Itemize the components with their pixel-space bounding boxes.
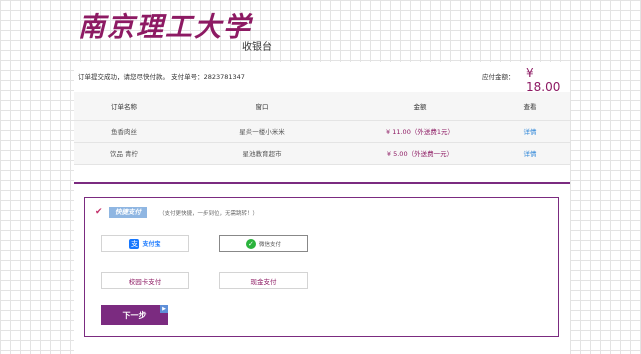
university-logo: 南京理工大学 <box>78 12 252 43</box>
table-row: 饮品 青柠 星池教育超市 ¥ 5.00（外送费一元） 详情 <box>74 142 570 165</box>
amount-label: 应付金额： <box>482 73 515 81</box>
order-table: 订单名称 窗口 金额 查看 鱼香肉丝 星炎一楼小米米 ¥ 11.00（外送费1元… <box>74 92 570 165</box>
order-name: 鱼香肉丝 <box>74 120 174 143</box>
check-icon: ✔ <box>95 207 103 217</box>
campus-card-button[interactable]: 校园卡支付 <box>101 272 189 289</box>
detail-link[interactable]: 详情 <box>490 142 570 165</box>
main-panel: 订单提交成功，请您尽快付款。 支付单号：2823781347 应付金额： ¥ 1… <box>74 62 570 354</box>
order-name: 饮品 青柠 <box>74 142 174 165</box>
order-price: ¥ 11.00（外送费1元） <box>350 120 490 143</box>
alipay-label: 支付宝 <box>142 241 161 248</box>
table-row: 鱼香肉丝 星炎一楼小米米 ¥ 11.00（外送费1元） 详情 <box>74 120 570 143</box>
corner-flag-icon: ▶ <box>160 305 168 313</box>
quick-pay-tip: （支付更快捷，一步到位，无需跳转！） <box>159 211 259 217</box>
next-step-button[interactable]: 下一步 ▶ <box>101 305 168 325</box>
alipay-button[interactable]: 支 支付宝 <box>101 235 189 252</box>
wechat-icon: ✓ <box>245 238 256 249</box>
header: 南京理工大学 收银台 <box>0 0 641 62</box>
column-header-name: 订单名称 <box>74 92 174 121</box>
table-header-row: 订单名称 窗口 金额 查看 <box>74 92 570 121</box>
order-window: 星炎一楼小米米 <box>174 120 350 143</box>
column-header-view: 查看 <box>490 92 570 121</box>
amount-value: ¥ 18.00 <box>526 66 561 94</box>
cash-pay-button[interactable]: 现金支付 <box>219 272 308 289</box>
payment-box: ✔ 快捷支付 （支付更快捷，一步到位，无需跳转！） 支 支付宝 ✓ 微信支付 校… <box>84 197 559 337</box>
page-title: 收银台 <box>242 42 272 53</box>
quick-pay-badge: 快捷支付 <box>109 207 147 218</box>
order-price: ¥ 5.00（外送费一元） <box>350 142 490 165</box>
wechat-pay-button[interactable]: ✓ 微信支付 <box>219 235 308 252</box>
cash-pay-label: 现金支付 <box>250 277 277 286</box>
order-window: 星池教育超市 <box>174 142 350 165</box>
alipay-icon: 支 <box>129 238 140 249</box>
section-divider <box>74 182 570 184</box>
detail-link[interactable]: 详情 <box>490 120 570 143</box>
order-notice: 订单提交成功，请您尽快付款。 支付单号：2823781347 <box>78 73 245 81</box>
column-header-amount: 金额 <box>350 92 490 121</box>
wechat-label: 微信支付 <box>258 241 281 248</box>
campus-card-label: 校园卡支付 <box>128 277 162 286</box>
next-step-label: 下一步 <box>122 310 147 320</box>
column-header-window: 窗口 <box>174 92 350 121</box>
